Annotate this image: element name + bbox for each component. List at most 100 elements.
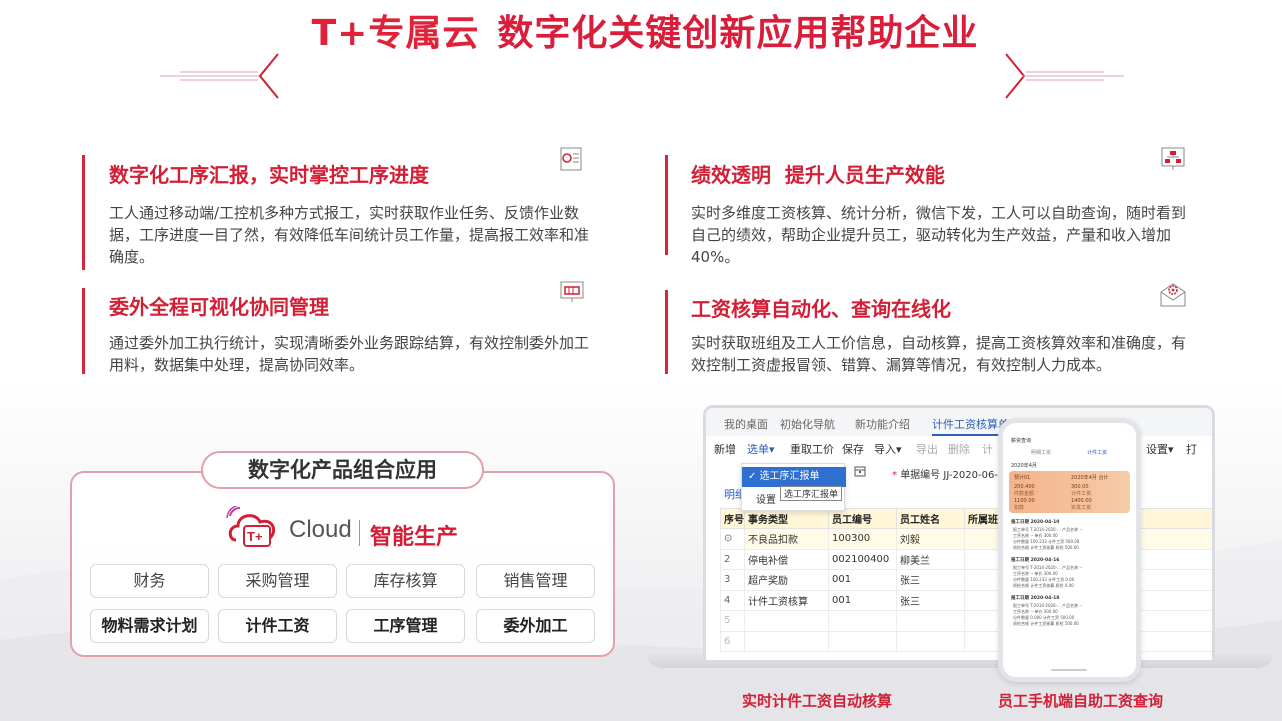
feature-payroll: 工资核算自动化、查询在线化 实时获取班组及工人工价信息，自动核算，提高工资核算效…	[665, 290, 1195, 374]
print-button[interactable]: 打	[1186, 441, 1197, 457]
title-decoration-left	[160, 53, 279, 99]
col-txn-type: 事务类型	[744, 508, 829, 529]
mobile-line: 质检合格 计件工资核算 质检 500.00	[1013, 621, 1079, 626]
cell[interactable]: 001	[828, 589, 897, 611]
feature-accent-bar	[665, 290, 668, 374]
feature-accent-bar	[82, 155, 85, 270]
tab-my-desktop[interactable]: 我的桌面	[724, 416, 768, 432]
calc-button[interactable]: 计	[982, 441, 993, 457]
dropdown-tooltip: 选工序汇报单	[780, 486, 843, 501]
feature-body: 工人通过移动端/工控机多种方式报工，实时获取作业任务、反馈作业数据，工序进度一目…	[109, 204, 590, 266]
module-piece-wage: 计件工资	[218, 609, 337, 643]
save-button[interactable]: 保存	[842, 441, 864, 457]
mobile-tab-piece[interactable]: 计件工资	[1087, 449, 1107, 456]
select-bill-dropdown: ✓ 选工序汇报单 设置 选工序汇报单	[741, 463, 846, 511]
module-finance: 财务	[90, 564, 209, 598]
cell[interactable]: 停电补偿	[744, 548, 829, 570]
mobile-line: 质检合格 计件工资核算 质检 500.00	[1013, 545, 1079, 550]
mobile-section-heading: 报工日期 2020-04-10	[1011, 520, 1060, 525]
card-label: 扣款	[1014, 505, 1025, 511]
title-decoration-right	[1005, 53, 1124, 99]
cell[interactable]	[828, 610, 897, 632]
svg-text:T+: T+	[247, 529, 263, 544]
cell[interactable]: 计件工资核算	[744, 589, 829, 611]
cell: 3	[720, 569, 745, 591]
delete-button[interactable]: 删除	[948, 441, 970, 457]
cell[interactable]: 001	[828, 569, 897, 591]
cell[interactable]: 超产奖励	[744, 569, 829, 591]
module-purchasing: 采购管理	[218, 564, 337, 598]
feature-body: 实时多维度工资核算、统计分析，微信下发，工人可以自助查询，随时看到自己的绩效，帮…	[691, 204, 1187, 266]
col-employee-name: 员工姓名	[896, 508, 965, 529]
cell[interactable]: 柳美兰	[896, 548, 965, 570]
cell[interactable]: 刘毅	[896, 528, 965, 550]
select-bill-button[interactable]: 选单▾	[747, 441, 775, 457]
settings-label: 设置	[1146, 443, 1168, 456]
col-employee-no: 员工编号	[828, 508, 897, 529]
cloud-logo-text: Cloud	[289, 516, 352, 543]
tab-init-nav[interactable]: 初始化导航	[780, 416, 835, 432]
module-mrp: 物料需求计划	[90, 609, 209, 643]
new-button[interactable]: 新增	[714, 441, 736, 457]
t-plus-cloud-logo-icon: T+	[226, 506, 276, 547]
module-inventory: 库存核算	[346, 564, 465, 598]
cell[interactable]: 100300	[828, 528, 897, 550]
cell: 4	[720, 589, 745, 611]
cell[interactable]	[896, 630, 965, 652]
mobile-summary-card: 预计01 2020年4月 合计 200.400 300.00 件数金额 计件工资…	[1009, 471, 1130, 513]
calendar-icon[interactable]	[854, 465, 866, 477]
caption-mobile: 员工手机端自助工资查询	[998, 692, 1164, 710]
card-label: 计件工资	[1071, 491, 1092, 497]
card-label: 实发工资	[1071, 505, 1092, 511]
module-sales: 销售管理	[476, 564, 595, 598]
cell[interactable]	[744, 630, 829, 652]
feature-accent-bar	[82, 288, 85, 374]
mobile-tab-detail[interactable]: 明细工资	[1031, 449, 1051, 456]
row-edit-icon[interactable]: ⊙	[720, 528, 745, 550]
feature-outsourcing: 委外全程可视化协同管理 通过委外加工执行统计，实现清晰委外业务跟踪结算，有效控制…	[82, 288, 602, 374]
select-bill-label: 选单	[747, 443, 769, 456]
cell[interactable]	[828, 630, 897, 652]
refetch-price-button[interactable]: 重取工价	[790, 441, 834, 457]
home-indicator	[1051, 669, 1087, 671]
cell: 5	[720, 610, 745, 632]
mobile-line: 质检合格 计件工资核算 质检 0.00	[1013, 583, 1074, 588]
cell[interactable]	[744, 610, 829, 632]
feature-accent-bar	[665, 155, 668, 255]
logo-separator	[359, 520, 360, 546]
doc-number-label: 单据编号	[900, 470, 941, 481]
title-tagline: 数字化关键创新应用帮助企业	[497, 13, 979, 54]
cell: 2	[720, 548, 745, 570]
cell[interactable]: 不良品扣款	[744, 528, 829, 550]
mobile-month[interactable]: 2020年4月	[1011, 462, 1037, 469]
settings-button[interactable]: 设置▾	[1146, 441, 1174, 457]
option-label: 选工序汇报单	[759, 471, 820, 482]
module-process: 工序管理	[346, 609, 465, 643]
page-title: T+专属云 数字化关键创新应用帮助企业	[300, 4, 990, 56]
tab-new-features[interactable]: 新功能介绍	[855, 416, 910, 432]
feature-heading: 数字化工序汇报，实时掌控工序进度	[109, 163, 429, 187]
card-label: 件数金额	[1014, 491, 1035, 497]
cell[interactable]	[896, 610, 965, 632]
import-label: 导入	[874, 443, 896, 456]
gear-envelope-icon	[1160, 283, 1186, 307]
feature-body: 实时获取班组及工人工价信息，自动核算，提高工资核算效率和准确度，有效控制工资虚报…	[691, 334, 1187, 374]
import-button[interactable]: 导入▾	[874, 441, 902, 457]
dropdown-option-select-report[interactable]: ✓ 选工序汇报单	[742, 467, 846, 487]
card-label: 2020年4月 合计	[1071, 475, 1109, 481]
dropdown-option-settings[interactable]: 设置	[756, 491, 776, 506]
card-label: 预计01	[1014, 475, 1031, 481]
feature-process-report: 数字化工序汇报，实时掌控工序进度 工人通过移动端/工控机多种方式报工，实时获取作…	[82, 155, 602, 270]
feature-body: 通过委外加工执行统计，实现清晰委外业务跟踪结算，有效控制委外加工用料，数据集中处…	[109, 334, 590, 374]
smart-production-label: 智能生产	[370, 525, 459, 550]
caption-desktop: 实时计件工资自动核算	[742, 692, 893, 710]
col-index: 序号	[720, 508, 745, 529]
presentation-board-icon	[560, 281, 584, 302]
export-button[interactable]: 导出	[916, 441, 938, 457]
feature-performance: 绩效透明 提升人员生产效能 实时多维度工资核算、统计分析，微信下发，工人可以自助…	[665, 155, 1195, 266]
cell[interactable]: 张三	[896, 569, 965, 591]
cell[interactable]: 002100400	[828, 548, 897, 570]
cell[interactable]: 张三	[896, 589, 965, 611]
feature-heading: 工资核算自动化、查询在线化	[691, 297, 951, 321]
product-panel-title: 数字化产品组合应用	[201, 451, 484, 489]
